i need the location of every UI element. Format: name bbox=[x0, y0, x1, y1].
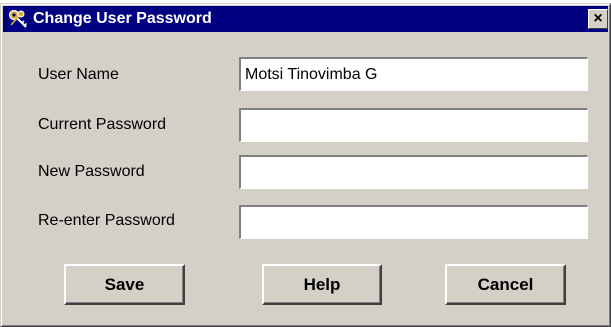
dialog-title: Change User Password bbox=[33, 10, 212, 27]
user-name-input[interactable] bbox=[239, 57, 588, 91]
change-password-dialog: Change User Password × User Name Current… bbox=[0, 3, 611, 327]
close-button[interactable]: × bbox=[588, 9, 608, 29]
title-bar[interactable]: Change User Password × bbox=[3, 6, 608, 32]
reenter-password-input[interactable] bbox=[239, 205, 588, 239]
new-password-label: New Password bbox=[38, 163, 145, 180]
current-password-label: Current Password bbox=[38, 116, 167, 133]
reenter-password-label: Re-enter Password bbox=[38, 212, 175, 229]
save-button[interactable]: Save bbox=[64, 264, 185, 305]
help-button[interactable]: Help bbox=[262, 264, 382, 305]
cancel-button[interactable]: Cancel bbox=[445, 264, 566, 305]
current-password-input[interactable] bbox=[239, 108, 588, 142]
close-icon: × bbox=[593, 10, 603, 27]
keys-icon bbox=[8, 9, 28, 28]
user-name-label: User Name bbox=[38, 66, 119, 83]
new-password-input[interactable] bbox=[239, 155, 588, 189]
